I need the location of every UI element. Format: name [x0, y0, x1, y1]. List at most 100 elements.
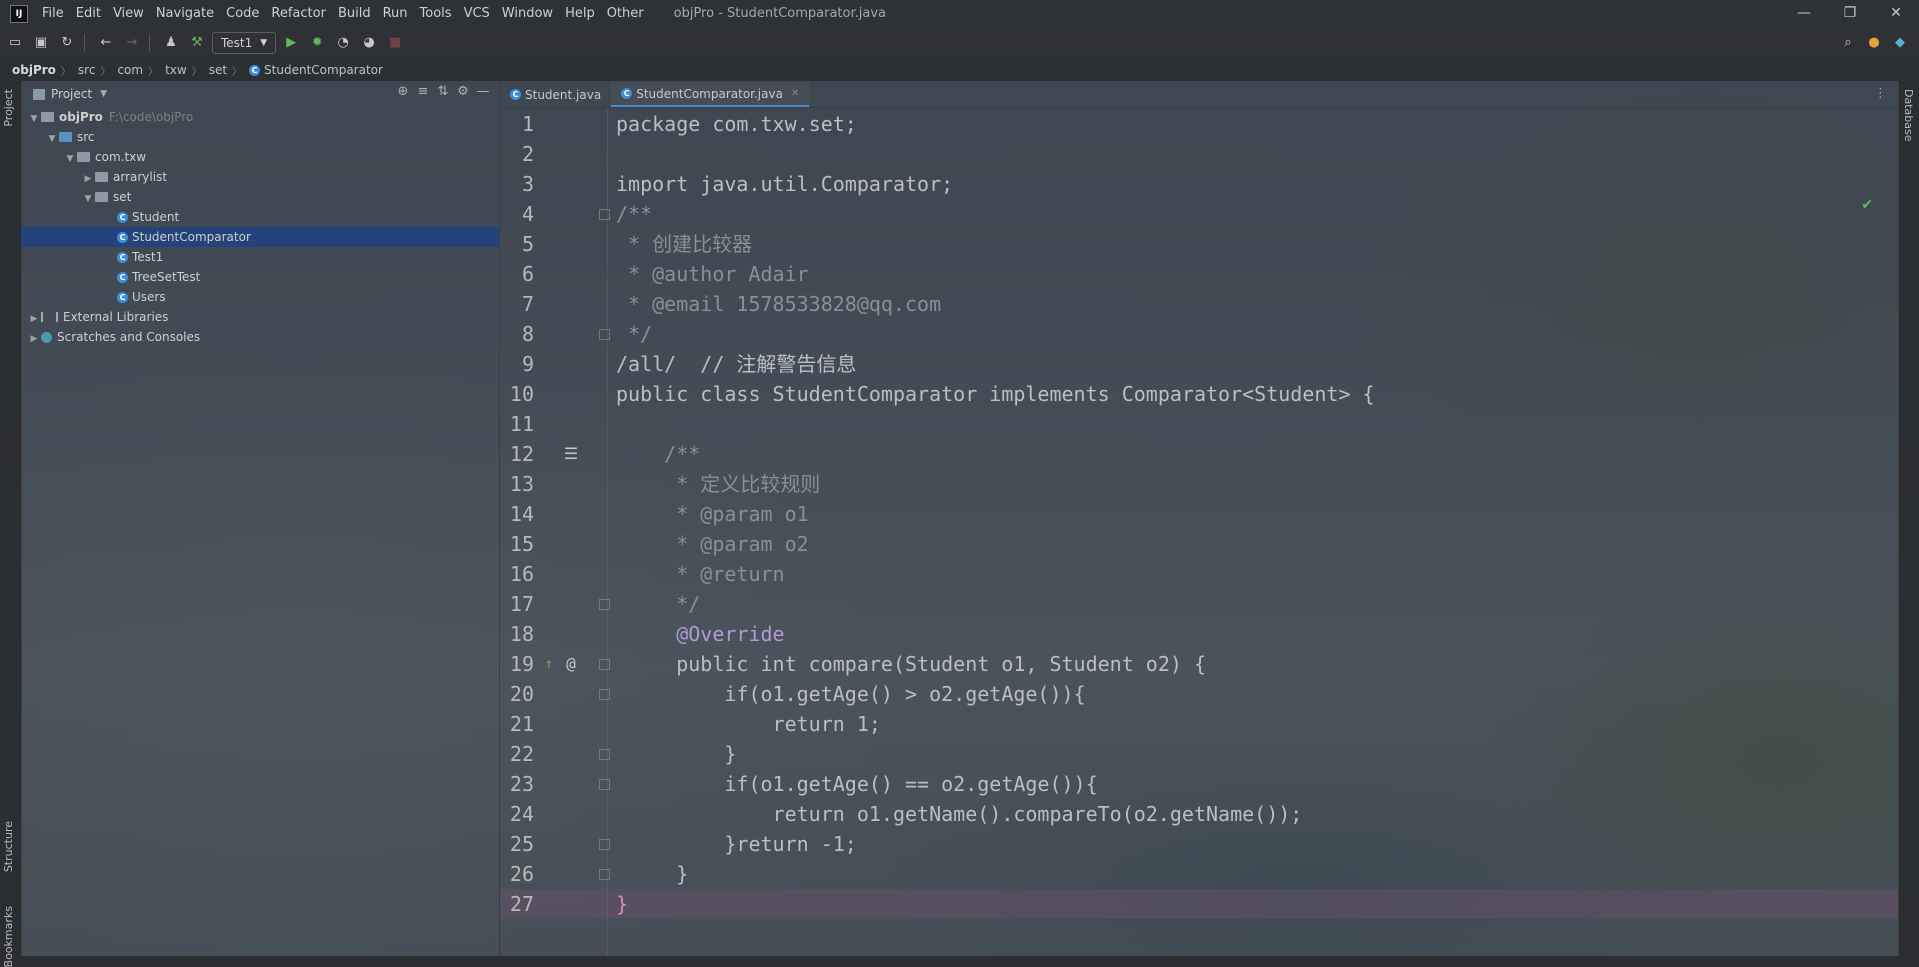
tab-label: StudentComparator.java — [636, 86, 783, 101]
tree-item-arrarylist[interactable]: ▶ arrarylist — [21, 167, 499, 187]
tree-item-external-libraries[interactable]: ▶ External Libraries — [21, 307, 499, 327]
chevron-right-icon[interactable]: ▶ — [81, 169, 95, 189]
tree-item-set[interactable]: ▼ set — [21, 187, 499, 207]
search-icon[interactable]: ⌕ — [1837, 32, 1859, 54]
app-logo-icon[interactable]: IJ — [10, 4, 28, 23]
doc-render-icon[interactable]: ☰ — [562, 439, 580, 469]
menu-build[interactable]: Build — [332, 0, 377, 27]
menu-refactor[interactable]: Refactor — [265, 0, 332, 27]
breadcrumb-class[interactable]: C StudentComparator — [245, 63, 385, 77]
coverage-icon[interactable]: ◔ — [332, 32, 354, 54]
breadcrumb-txw[interactable]: txw — [161, 63, 189, 77]
code-line: 5 * 创建比较器 — [500, 229, 1899, 259]
minimize-button[interactable]: — — [1781, 0, 1827, 27]
structure-tool-tab[interactable]: Structure — [2, 821, 15, 872]
bookmarks-tool-tab[interactable]: Bookmarks — [2, 906, 15, 967]
stop-icon[interactable]: ■ — [384, 32, 406, 54]
code-line: 8 */ — [500, 319, 1899, 349]
tree-item-label: StudentComparator — [132, 230, 251, 244]
breadcrumb-project[interactable]: objPro — [8, 63, 58, 77]
tree-item-label: src — [77, 130, 95, 144]
tree-item-scratches[interactable]: ▶ Scratches and Consoles — [21, 327, 499, 347]
annotation-at-icon[interactable]: @ — [562, 649, 580, 679]
update-icon[interactable]: ● — [1863, 32, 1885, 54]
tree-item-test1[interactable]: C Test1 — [21, 247, 499, 267]
fold-marker-icon[interactable] — [599, 209, 610, 220]
close-window-button[interactable]: ✕ — [1873, 0, 1919, 27]
hide-panel-icon[interactable]: — — [473, 84, 493, 99]
fold-marker-icon[interactable] — [599, 749, 610, 760]
debug-icon[interactable]: ✹ — [306, 32, 328, 54]
project-path-hint: F:\code\objPro — [108, 110, 194, 124]
menu-view[interactable]: View — [107, 0, 150, 27]
tab-studentcomparator-java[interactable]: C StudentComparator.java ✕ — [611, 82, 810, 107]
code-line: 7 * @email 1578533828@qq.com — [500, 289, 1899, 319]
fold-marker-icon[interactable] — [599, 839, 610, 850]
tree-item-student[interactable]: C Student — [21, 207, 499, 227]
menu-tools[interactable]: Tools — [414, 0, 458, 27]
project-panel-title[interactable]: Project — [51, 87, 92, 101]
gear-icon[interactable]: ⚙ — [453, 84, 473, 99]
database-tool-tab[interactable]: Database — [1902, 89, 1915, 142]
chevron-right-icon: 〉 — [191, 66, 202, 78]
chevron-down-icon[interactable]: ▼ — [27, 109, 41, 129]
chevron-down-icon[interactable]: ▼ — [100, 89, 107, 99]
menu-edit[interactable]: Edit — [70, 0, 107, 27]
code-text: * @param o1 — [616, 502, 809, 526]
locate-icon[interactable]: ⊕ — [393, 84, 413, 99]
breadcrumb-src[interactable]: src — [74, 63, 98, 77]
code-text: * @param o2 — [616, 532, 809, 556]
run-config-select[interactable]: Test1 ▼ — [212, 32, 277, 54]
project-tool-tab[interactable]: Project — [2, 89, 15, 127]
menu-vcs[interactable]: VCS — [458, 0, 496, 27]
chevron-down-icon[interactable]: ▼ — [45, 129, 59, 149]
tree-item-treesettest[interactable]: C TreeSetTest — [21, 267, 499, 287]
restore-button[interactable]: ❐ — [1827, 0, 1873, 27]
fold-marker-icon[interactable] — [599, 869, 610, 880]
open-folder-icon[interactable]: ▭ — [4, 32, 26, 54]
chevron-down-icon[interactable]: ▼ — [81, 189, 95, 209]
close-tab-icon[interactable]: ✕ — [791, 88, 799, 99]
breadcrumb-set[interactable]: set — [205, 63, 229, 77]
forward-arrow-icon[interactable]: → — [121, 32, 143, 54]
chevron-right-icon[interactable]: ▶ — [27, 309, 41, 329]
menu-navigate[interactable]: Navigate — [150, 0, 220, 27]
tree-item-label: objPro — [59, 110, 103, 124]
expand-all-icon[interactable]: ≡ — [413, 84, 433, 99]
implements-method-icon[interactable]: ↑ — [540, 649, 558, 679]
chevron-right-icon[interactable]: ▶ — [27, 329, 41, 349]
toolbar-divider — [149, 34, 150, 52]
chevron-down-icon[interactable]: ▼ — [63, 149, 77, 169]
fold-marker-icon[interactable] — [599, 329, 610, 340]
tree-item-objpro[interactable]: ▼ objPro F:\code\objPro — [21, 107, 499, 127]
menu-run[interactable]: Run — [377, 0, 414, 27]
tree-item-studentcomparator[interactable]: C StudentComparator — [21, 227, 499, 247]
code-editor[interactable]: 1 package com.txw.set; 2 3 import java.uti… — [500, 109, 1899, 956]
fold-marker-icon[interactable] — [599, 599, 610, 610]
profile-icon[interactable]: ◕ — [358, 32, 380, 54]
code-line: 18 @Override — [500, 619, 1899, 649]
fold-marker-icon[interactable] — [599, 779, 610, 790]
menu-code[interactable]: Code — [220, 0, 265, 27]
tab-student-java[interactable]: C Student.java — [500, 82, 611, 107]
plugin-icon[interactable]: ◆ — [1889, 32, 1911, 54]
more-tabs-icon[interactable]: ⋮ — [1874, 86, 1887, 101]
tree-item-com-txw[interactable]: ▼ com.txw — [21, 147, 499, 167]
menu-file[interactable]: File — [36, 0, 70, 27]
collapse-all-icon[interactable]: ⇅ — [433, 84, 453, 99]
menu-help[interactable]: Help — [559, 0, 601, 27]
breadcrumb-com[interactable]: com — [113, 63, 145, 77]
tree-item-users[interactable]: C Users — [21, 287, 499, 307]
back-arrow-icon[interactable]: ← — [95, 32, 117, 54]
fold-marker-icon[interactable] — [599, 689, 610, 700]
no-problems-check-icon[interactable]: ✔ — [1861, 197, 1873, 213]
fold-marker-icon[interactable] — [599, 659, 610, 670]
user-dropdown-icon[interactable]: ♟ — [160, 32, 182, 54]
sync-icon[interactable]: ↻ — [56, 32, 78, 54]
save-all-icon[interactable]: ▣ — [30, 32, 52, 54]
menu-other[interactable]: Other — [601, 0, 650, 27]
menu-window[interactable]: Window — [496, 0, 559, 27]
tree-item-src[interactable]: ▼ src — [21, 127, 499, 147]
run-icon[interactable]: ▶ — [280, 32, 302, 54]
build-hammer-icon[interactable]: ⚒ — [186, 32, 208, 54]
